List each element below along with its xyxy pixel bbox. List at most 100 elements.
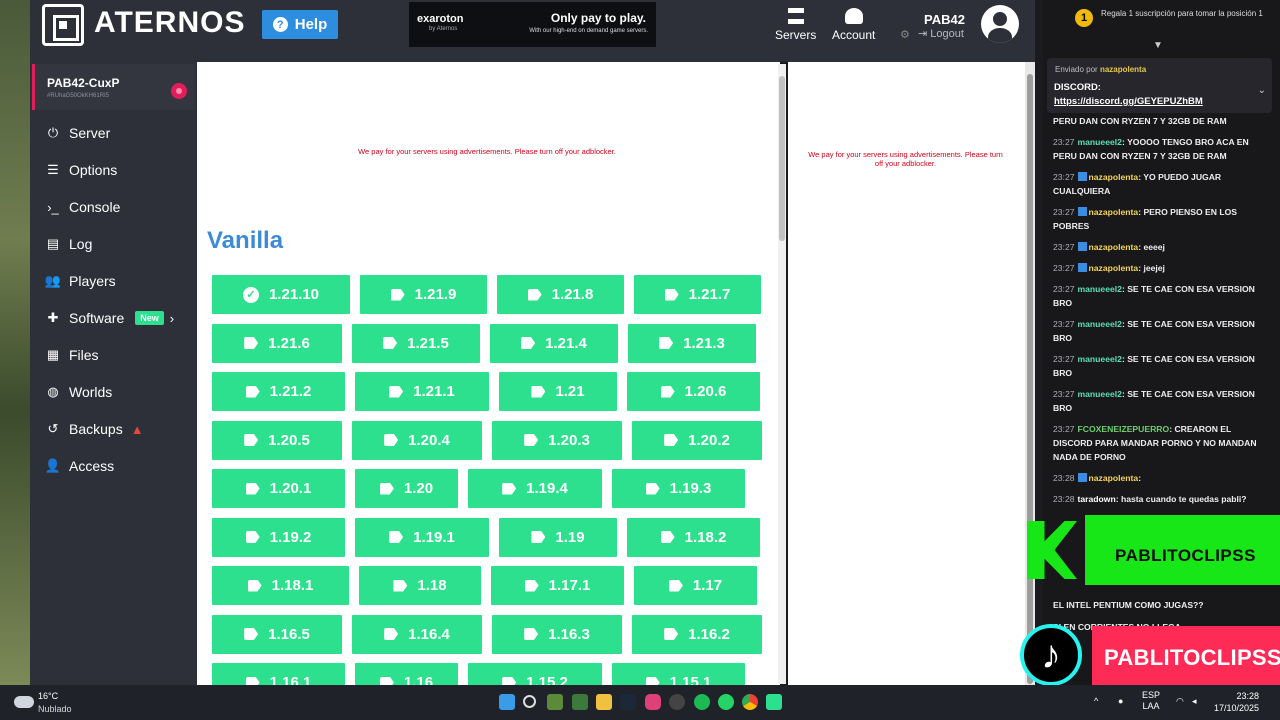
obs-icon[interactable]	[766, 694, 782, 710]
version-button-1-15-1[interactable]: 1.15.1	[612, 663, 745, 685]
version-button-1-21-10[interactable]: ✓ 1.21.10	[212, 275, 350, 314]
version-button-1-20-2[interactable]: 1.20.2	[632, 420, 762, 460]
gift-leaderboard-text[interactable]: Regala 1 suscripción para tomar la posic…	[1101, 9, 1271, 19]
chat-username[interactable]: manueeel2	[1078, 137, 1122, 147]
version-button-1-16-5[interactable]: 1.16.5	[212, 614, 342, 654]
wifi-icon[interactable]: ◠	[1176, 696, 1184, 707]
clock[interactable]: 23:28 17/10/2025	[1214, 690, 1259, 714]
server-card[interactable]: PAB42-CuxP #RUhaG50OkKH61RI5	[32, 64, 195, 110]
chat-username[interactable]: manueeel2	[1078, 354, 1122, 364]
version-button-1-21-9[interactable]: 1.21.9	[360, 275, 487, 314]
chat-username[interactable]: nazapolenta	[1089, 263, 1139, 273]
instagram-icon[interactable]	[645, 694, 661, 710]
language-indicator[interactable]: ESP LAA	[1142, 690, 1160, 712]
microphone-icon[interactable]: ●	[1118, 696, 1123, 707]
nav-account[interactable]: Account	[832, 8, 875, 42]
aternos-logo-icon[interactable]	[42, 4, 84, 46]
sidebar-item-options[interactable]: ☰ Options	[44, 157, 117, 183]
chat-username[interactable]: nazapolenta	[1089, 242, 1139, 252]
chat-username[interactable]: taradown	[1078, 494, 1116, 504]
sidebar-item-console[interactable]: ›_ Console	[44, 194, 120, 220]
version-button-1-21[interactable]: 1.21	[499, 372, 617, 411]
app-icon[interactable]	[572, 694, 588, 710]
sidebar-item-software[interactable]: ✚ Software New ›	[44, 305, 175, 331]
gear-icon[interactable]: ⚙	[900, 28, 910, 41]
version-button-1-21-1[interactable]: 1.21.1	[355, 372, 489, 411]
scrollbar-thumb[interactable]	[1027, 74, 1033, 684]
version-button-1-17-1[interactable]: 1.17.1	[491, 566, 624, 605]
version-button-1-19[interactable]: 1.19	[499, 517, 617, 557]
discord-link[interactable]: https://discord.gg/GEYEPUZhBM	[1054, 96, 1203, 107]
volume-icon[interactable]: ◂	[1192, 696, 1197, 707]
version-button-1-20[interactable]: 1.20	[355, 469, 458, 508]
chat-username[interactable]: nazapolenta	[1089, 207, 1139, 217]
version-button-1-21-6[interactable]: 1.21.6	[212, 323, 342, 363]
sidebar-item-backups[interactable]: ↺ Backups ▲	[44, 416, 144, 442]
version-button-1-19-3[interactable]: 1.19.3	[612, 469, 745, 508]
logout-link[interactable]: ⇥ Logout	[918, 27, 964, 40]
chrome-icon[interactable]	[742, 694, 758, 710]
version-button-1-15-2[interactable]: 1.15.2	[468, 663, 602, 685]
spotify-icon[interactable]	[694, 694, 710, 710]
pinned-message[interactable]: Enviado por nazapolenta DISCORD: https:/…	[1047, 58, 1272, 113]
version-button-1-16-3[interactable]: 1.16.3	[492, 614, 622, 654]
version-button-1-21-4[interactable]: 1.21.4	[490, 323, 618, 363]
version-button-1-19-4[interactable]: 1.19.4	[468, 469, 602, 508]
version-button-1-19-2[interactable]: 1.19.2	[212, 517, 345, 557]
app-icon[interactable]	[669, 694, 685, 710]
chevron-down-icon[interactable]: ⌄	[1258, 85, 1266, 96]
sidebar-item-players[interactable]: 👥 Players	[44, 268, 116, 294]
version-button-1-21-3[interactable]: 1.21.3	[628, 323, 756, 363]
chat-username[interactable]: nazapolenta	[1089, 172, 1139, 182]
version-button-1-20-4[interactable]: 1.20.4	[352, 420, 482, 460]
version-button-1-18-2[interactable]: 1.18.2	[627, 517, 760, 557]
sidebar-item-server[interactable]: ⏻ Server	[44, 120, 110, 146]
version-button-1-21-7[interactable]: 1.21.7	[634, 275, 761, 314]
version-button-1-16-4[interactable]: 1.16.4	[352, 614, 482, 654]
chevron-up-icon[interactable]: ^	[1094, 696, 1098, 707]
tag-icon	[389, 531, 404, 543]
help-button[interactable]: ? Help	[262, 10, 338, 39]
content-scrollbar[interactable]	[778, 64, 786, 684]
version-button-1-16-1[interactable]: 1.16.1	[212, 663, 345, 685]
steam-icon[interactable]	[620, 694, 636, 710]
chat-username[interactable]: manueeel2	[1078, 284, 1122, 294]
sidebar-item-files[interactable]: ▦ Files	[44, 342, 99, 368]
avatar[interactable]	[981, 5, 1019, 43]
sidebar-item-log[interactable]: ▤ Log	[44, 231, 93, 257]
page-scrollbar[interactable]	[1025, 62, 1035, 685]
version-button-1-21-8[interactable]: 1.21.8	[497, 275, 624, 314]
version-button-1-16-2[interactable]: 1.16.2	[632, 614, 762, 654]
minecraft-icon[interactable]	[547, 694, 563, 710]
username: PAB42	[924, 12, 965, 27]
search-icon[interactable]	[523, 695, 536, 708]
version-button-1-17[interactable]: 1.17	[634, 566, 757, 605]
version-button-1-18[interactable]: 1.18	[359, 566, 481, 605]
sidebar-item-access[interactable]: 👤 Access	[44, 453, 114, 479]
version-button-1-20-6[interactable]: 1.20.6	[627, 372, 760, 411]
file-explorer-icon[interactable]	[596, 694, 612, 710]
chat-timestamp: 23:28	[1053, 494, 1075, 504]
sidebar: PAB42-CuxP #RUhaG50OkKH61RI5 ⏻ Server ☰ Op…	[30, 62, 197, 685]
chat-message: 23:28 taradown: hasta cuando te quedas pa…	[1053, 492, 1268, 506]
brand-name[interactable]: ATERNOS	[94, 6, 245, 40]
version-button-1-18-1[interactable]: 1.18.1	[212, 566, 349, 605]
chat-username[interactable]: FCOXENEIZEPUERRO	[1078, 424, 1170, 434]
version-button-1-21-5[interactable]: 1.21.5	[352, 323, 480, 363]
nav-servers[interactable]: Servers	[775, 8, 816, 42]
scrollbar-thumb[interactable]	[779, 76, 785, 241]
version-button-1-19-1[interactable]: 1.19.1	[355, 517, 489, 557]
version-button-1-16[interactable]: 1.16	[355, 663, 458, 685]
version-button-1-20-3[interactable]: 1.20.3	[492, 420, 622, 460]
version-button-1-20-5[interactable]: 1.20.5	[212, 420, 342, 460]
exaroton-ad-banner[interactable]: exaroton by Aternos Only pay to play. Wi…	[409, 2, 656, 47]
pinned-toggle-icon[interactable]: ▼	[1153, 40, 1163, 51]
sidebar-item-worlds[interactable]: ◍ Worlds	[44, 379, 112, 405]
chat-username[interactable]: manueeel2	[1078, 389, 1122, 399]
chat-username[interactable]: manueeel2	[1078, 319, 1122, 329]
version-button-1-21-2[interactable]: 1.21.2	[212, 372, 345, 411]
windows-start-icon[interactable]	[499, 694, 515, 710]
version-button-1-20-1[interactable]: 1.20.1	[212, 469, 345, 508]
chat-username[interactable]: nazapolenta	[1089, 473, 1139, 483]
whatsapp-icon[interactable]	[718, 694, 734, 710]
